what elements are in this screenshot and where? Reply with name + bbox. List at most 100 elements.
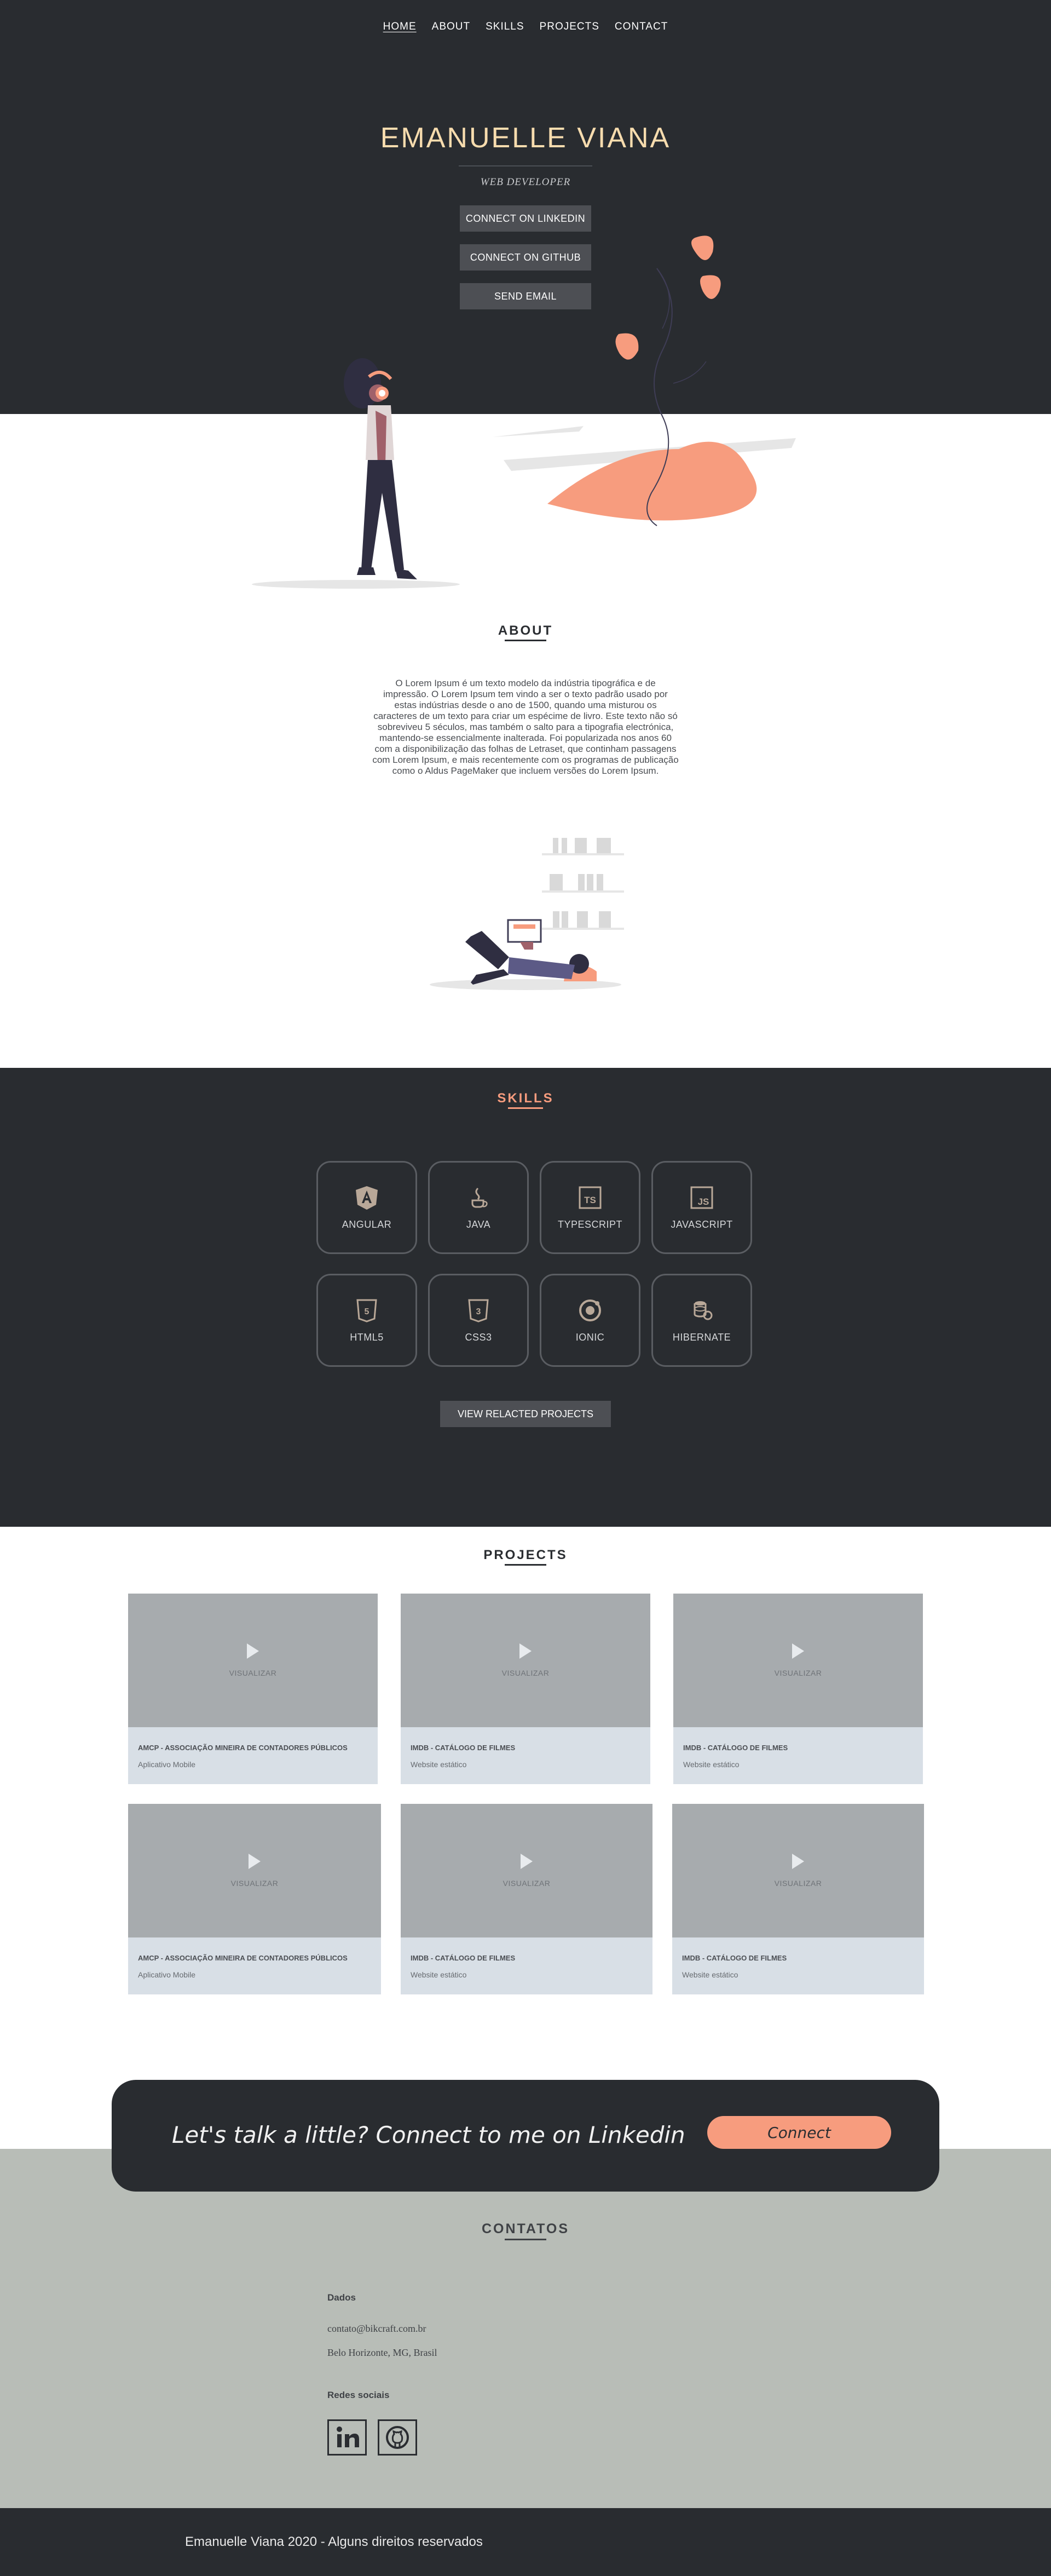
linkedin-icon <box>337 2427 359 2447</box>
project-title: IMDB - CATÁLOGO DE FILMES <box>683 1744 788 1752</box>
skill-label-javascript: JAVASCRIPT <box>671 1218 733 1230</box>
dados-heading: Dados <box>327 2292 356 2303</box>
ionic-icon <box>579 1299 601 1321</box>
nav-projects[interactable]: PROJECTS <box>540 21 599 33</box>
visualize-label: VISUALIZAR <box>774 1669 822 1677</box>
project-title: IMDB - CATÁLOGO DE FILMES <box>411 1954 516 1962</box>
project-card[interactable]: VISUALIZAR IMDB - CATÁLOGO DE FILMES Web… <box>673 1594 923 1784</box>
project-card[interactable]: VISUALIZAR AMCP - ASSOCIAÇÃO MINEIRA DE … <box>128 1594 378 1784</box>
play-icon <box>792 1643 804 1659</box>
project-thumbnail[interactable]: VISUALIZAR <box>128 1804 381 1937</box>
play-icon <box>249 1854 261 1869</box>
contact-email[interactable]: contato@bikcraft.com.br <box>327 2323 426 2334</box>
nav-skills[interactable]: SKILLS <box>486 21 524 33</box>
project-subtitle: Website estático <box>411 1760 467 1769</box>
skill-card-css3[interactable]: 3 CSS3 <box>428 1274 529 1367</box>
woman-headphones-figure <box>344 358 417 579</box>
footer: Emanuelle Viana 2020 - Alguns direitos r… <box>0 2508 1051 2576</box>
project-subtitle: Website estático <box>683 1760 740 1769</box>
play-icon <box>519 1643 532 1659</box>
hero-divider <box>459 165 592 166</box>
svg-text:JS: JS <box>698 1197 709 1207</box>
svg-text:3: 3 <box>476 1307 481 1316</box>
project-subtitle: Aplicativo Mobile <box>138 1760 196 1769</box>
javascript-icon: JS <box>690 1186 713 1209</box>
reading-illustration <box>430 838 624 990</box>
project-thumbnail[interactable]: VISUALIZAR <box>401 1594 650 1727</box>
hero-role: WEB DEVELOPER <box>480 176 571 188</box>
svg-text:TS: TS <box>584 1195 596 1205</box>
visualize-label: VISUALIZAR <box>503 1879 551 1888</box>
about-title: ABOUT <box>498 623 553 638</box>
skill-label-ionic: IONIC <box>575 1331 605 1343</box>
visualize-label: VISUALIZAR <box>774 1879 822 1888</box>
hero-illustration <box>252 235 796 589</box>
hero-name: EMANUELLE VIANA <box>380 122 671 154</box>
contact-location: Belo Horizonte, MG, Brasil <box>327 2347 437 2358</box>
skill-card-java[interactable]: JAVA <box>428 1161 529 1254</box>
projects-title-underline <box>505 1564 546 1566</box>
project-card[interactable]: VISUALIZAR IMDB - CATÁLOGO DE FILMES Web… <box>672 1804 924 1994</box>
java-icon <box>471 1187 488 1208</box>
nav-home[interactable]: HOME <box>383 21 417 33</box>
skill-label-java: JAVA <box>466 1218 491 1230</box>
project-subtitle: Website estático <box>411 1970 467 1979</box>
footer-text: Emanuelle Viana 2020 - Alguns direitos r… <box>185 2534 483 2549</box>
project-thumbnail[interactable]: VISUALIZAR <box>128 1594 378 1727</box>
skill-label-typescript: TYPESCRIPT <box>557 1218 623 1230</box>
typescript-icon: TS <box>579 1186 602 1209</box>
project-card[interactable]: VISUALIZAR AMCP - ASSOCIAÇÃO MINEIRA DE … <box>128 1804 381 1994</box>
svg-text:5: 5 <box>365 1307 369 1316</box>
linkedin-link[interactable] <box>327 2419 367 2456</box>
project-title: AMCP - ASSOCIAÇÃO MINEIRA DE CONTADORES … <box>138 1954 348 1962</box>
skills-section: SKILLS ANGULAR JAVA TS TYPESCRIPT JS JAV… <box>0 1068 1051 1527</box>
hibernate-icon <box>694 1301 713 1320</box>
about-title-underline <box>505 640 546 641</box>
skill-card-hibernate[interactable]: HIBERNATE <box>651 1274 752 1367</box>
skill-card-html5[interactable]: 5 HTML5 <box>316 1274 417 1367</box>
skill-label-hibernate: HIBERNATE <box>672 1331 731 1343</box>
project-title: IMDB - CATÁLOGO DE FILMES <box>411 1744 516 1752</box>
project-subtitle: Aplicativo Mobile <box>138 1970 196 1979</box>
cta-banner: Let's talk a little? Connect to me on Li… <box>112 2080 939 2192</box>
play-icon <box>521 1854 533 1869</box>
project-subtitle: Website estático <box>682 1970 738 1979</box>
css3-icon: 3 <box>468 1299 489 1323</box>
play-icon <box>792 1854 804 1869</box>
play-icon <box>247 1643 259 1659</box>
visualize-label: VISUALIZAR <box>501 1669 550 1677</box>
contatos-title: CONTATOS <box>481 2221 570 2236</box>
contact-section <box>0 2149 1051 2508</box>
project-card[interactable]: VISUALIZAR IMDB - CATÁLOGO DE FILMES Web… <box>401 1594 650 1784</box>
skill-card-typescript[interactable]: TS TYPESCRIPT <box>540 1161 640 1254</box>
html5-icon: 5 <box>356 1299 377 1323</box>
skills-title: SKILLS <box>497 1091 554 1106</box>
project-thumbnail[interactable]: VISUALIZAR <box>672 1804 924 1937</box>
skill-card-javascript[interactable]: JS JAVASCRIPT <box>651 1161 752 1254</box>
project-card[interactable]: VISUALIZAR IMDB - CATÁLOGO DE FILMES Web… <box>401 1804 652 1994</box>
skills-title-underline <box>508 1107 543 1109</box>
project-title: AMCP - ASSOCIAÇÃO MINEIRA DE CONTADORES … <box>138 1744 348 1752</box>
skill-label-html5: HTML5 <box>350 1331 384 1343</box>
view-related-projects-button[interactable]: VIEW RELACTED PROJECTS <box>440 1401 611 1427</box>
skill-card-angular[interactable]: ANGULAR <box>316 1161 417 1254</box>
project-title: IMDB - CATÁLOGO DE FILMES <box>682 1954 787 1962</box>
contatos-title-underline <box>505 2239 546 2240</box>
angular-icon <box>356 1186 378 1210</box>
visualize-label: VISUALIZAR <box>229 1669 277 1677</box>
projects-title: PROJECTS <box>483 1548 568 1562</box>
connect-button[interactable]: Connect <box>707 2116 891 2149</box>
github-link[interactable] <box>378 2419 417 2456</box>
skill-label-angular: ANGULAR <box>342 1218 392 1230</box>
project-thumbnail[interactable]: VISUALIZAR <box>401 1804 652 1937</box>
cta-text: Let's talk a little? Connect to me on Li… <box>172 2121 685 2148</box>
nav-contact[interactable]: CONTACT <box>615 21 668 33</box>
nav-about[interactable]: ABOUT <box>432 21 470 33</box>
github-icon <box>386 2426 409 2449</box>
skill-card-ionic[interactable]: IONIC <box>540 1274 640 1367</box>
project-thumbnail[interactable]: VISUALIZAR <box>673 1594 923 1727</box>
about-text: O Lorem Ipsum é um texto modelo da indús… <box>372 678 679 776</box>
skill-label-css3: CSS3 <box>465 1331 492 1343</box>
social-heading: Redes sociais <box>327 2390 390 2400</box>
visualize-label: VISUALIZAR <box>230 1879 279 1888</box>
